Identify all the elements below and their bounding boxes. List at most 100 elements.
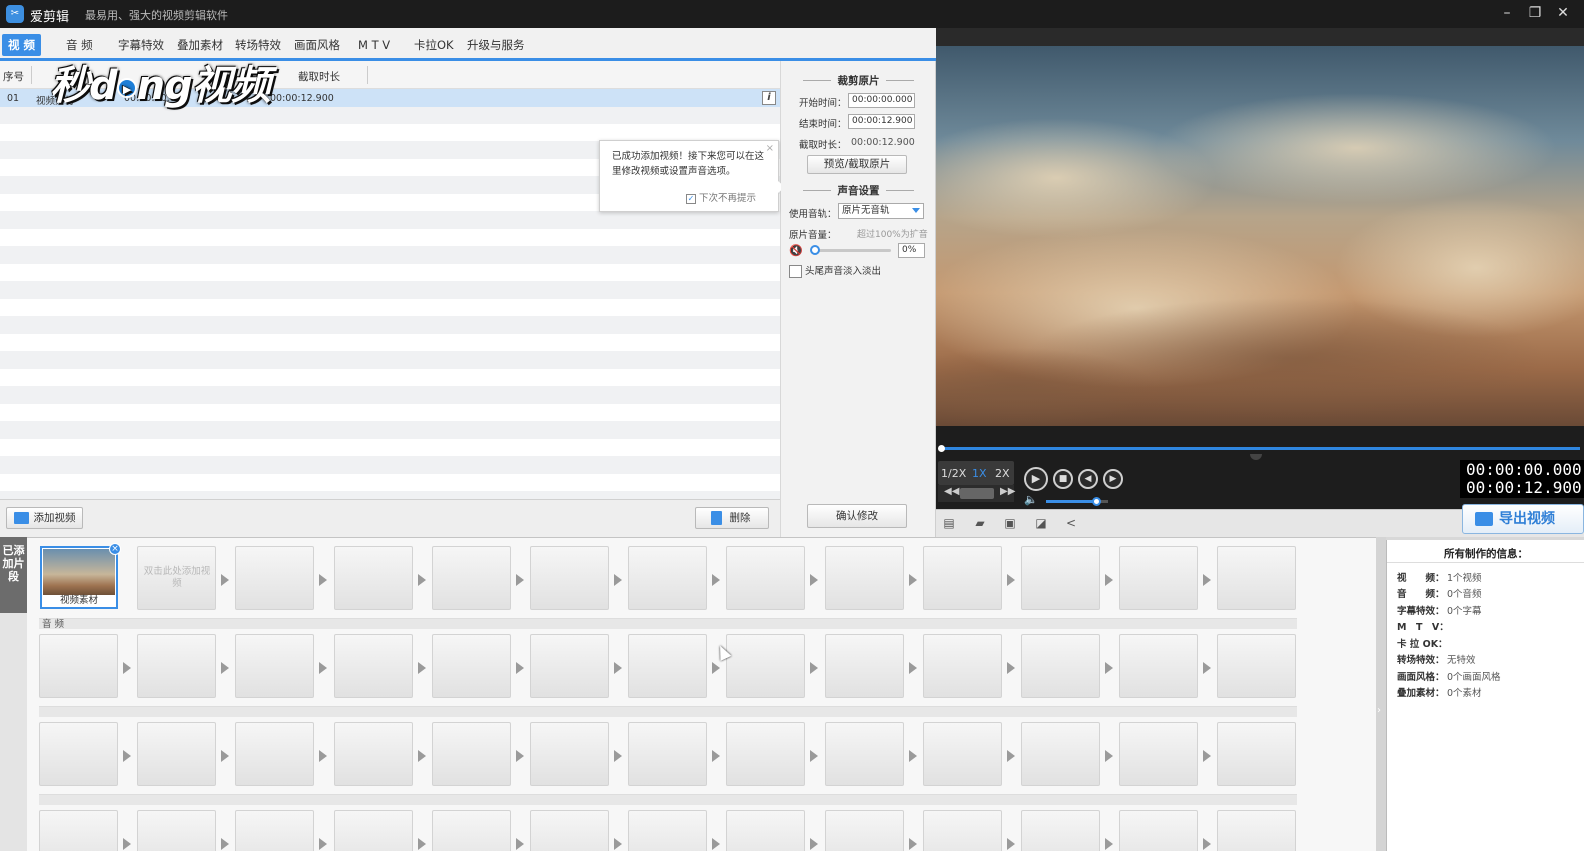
transition-arrow-icon[interactable] bbox=[1006, 662, 1015, 674]
empty-clip-slot[interactable] bbox=[39, 634, 118, 698]
empty-clip-slot[interactable] bbox=[1217, 810, 1297, 851]
empty-clip-slot[interactable] bbox=[333, 546, 413, 610]
end-time-input[interactable]: 00:00:12.900 bbox=[848, 114, 915, 129]
transition-arrow-icon[interactable] bbox=[810, 574, 819, 586]
empty-clip-slot[interactable] bbox=[1021, 546, 1100, 610]
empty-clip-slot[interactable] bbox=[333, 810, 413, 851]
transition-arrow-icon[interactable] bbox=[1006, 750, 1015, 762]
remove-clip-icon[interactable]: × bbox=[109, 543, 121, 555]
empty-clip-slot[interactable] bbox=[39, 810, 118, 851]
transition-arrow-icon[interactable] bbox=[515, 838, 524, 850]
prev-frame-button[interactable]: ◀ bbox=[1078, 469, 1098, 489]
tooltip-close-icon[interactable]: × bbox=[766, 143, 774, 154]
mute-icon[interactable]: 🔇 bbox=[789, 244, 803, 257]
transition-arrow-icon[interactable] bbox=[1203, 662, 1212, 674]
empty-clip-slot[interactable] bbox=[726, 546, 806, 610]
empty-clip-slot[interactable] bbox=[333, 722, 413, 786]
empty-clip-slot[interactable] bbox=[530, 810, 609, 851]
transition-arrow-icon[interactable] bbox=[712, 662, 721, 674]
empty-clip-slot[interactable] bbox=[726, 810, 806, 851]
empty-clip-slot[interactable] bbox=[1217, 722, 1297, 786]
preview-clip-button[interactable]: 预览/截取原片 bbox=[807, 155, 907, 174]
empty-clip-slot[interactable] bbox=[922, 810, 1002, 851]
add-video-button[interactable]: 添加视频 bbox=[6, 507, 83, 529]
empty-clip-slot[interactable] bbox=[235, 634, 315, 698]
transition-arrow-icon[interactable] bbox=[712, 574, 721, 586]
empty-clip-slot[interactable] bbox=[1217, 634, 1297, 698]
collapse-handle[interactable] bbox=[1250, 454, 1262, 460]
share-icon[interactable]: < bbox=[1063, 516, 1079, 531]
transition-arrow-icon[interactable] bbox=[123, 750, 131, 762]
empty-clip-slot[interactable] bbox=[1119, 810, 1199, 851]
fast-forward-icon[interactable]: ▶▶ bbox=[1000, 486, 1015, 497]
seek-handle[interactable] bbox=[938, 445, 945, 452]
next-frame-button[interactable]: ▶ bbox=[1103, 469, 1123, 489]
restore-button[interactable]: ❐ bbox=[1524, 3, 1546, 23]
export-video-button[interactable]: 导出视频 bbox=[1462, 504, 1584, 534]
delete-button[interactable]: 删除 bbox=[695, 507, 769, 529]
transition-arrow-icon[interactable] bbox=[417, 750, 426, 762]
transition-arrow-icon[interactable] bbox=[908, 662, 917, 674]
empty-clip-slot[interactable] bbox=[530, 546, 609, 610]
transition-arrow-icon[interactable] bbox=[417, 838, 426, 850]
info-icon[interactable]: i bbox=[762, 91, 776, 105]
confirm-button[interactable]: 确认修改 bbox=[807, 504, 907, 528]
transition-arrow-icon[interactable] bbox=[319, 838, 328, 850]
add-video-hint[interactable]: 双击此处添加视频 bbox=[141, 566, 213, 590]
transition-arrow-icon[interactable] bbox=[1203, 838, 1212, 850]
empty-clip-slot[interactable] bbox=[235, 722, 315, 786]
added-clips-tab[interactable]: 已添加片段 bbox=[0, 537, 27, 613]
empty-clip-slot[interactable] bbox=[824, 722, 904, 786]
empty-clip-slot[interactable] bbox=[922, 722, 1002, 786]
empty-clip-slot[interactable] bbox=[530, 722, 609, 786]
empty-clip-slot[interactable] bbox=[628, 722, 708, 786]
transition-arrow-icon[interactable] bbox=[1105, 662, 1113, 674]
transition-arrow-icon[interactable] bbox=[908, 750, 917, 762]
transition-arrow-icon[interactable] bbox=[221, 838, 230, 850]
transition-arrow-icon[interactable] bbox=[810, 838, 819, 850]
transition-arrow-icon[interactable] bbox=[1105, 838, 1113, 850]
tab-upgrade-service[interactable]: 升级与服务 bbox=[461, 34, 531, 56]
transition-arrow-icon[interactable] bbox=[908, 574, 917, 586]
seek-bar[interactable] bbox=[940, 447, 1580, 450]
transition-arrow-icon[interactable] bbox=[614, 662, 622, 674]
jog-wheel[interactable] bbox=[960, 488, 994, 499]
video-clip-thumbnail[interactable]: 视频素材 bbox=[40, 546, 118, 609]
transition-arrow-icon[interactable] bbox=[614, 574, 622, 586]
transition-arrow-icon[interactable] bbox=[614, 750, 622, 762]
empty-clip-slot[interactable] bbox=[1021, 722, 1100, 786]
transition-arrow-icon[interactable] bbox=[515, 750, 524, 762]
transition-arrow-icon[interactable] bbox=[810, 750, 819, 762]
transition-arrow-icon[interactable] bbox=[1105, 574, 1113, 586]
empty-clip-slot[interactable] bbox=[726, 634, 806, 698]
transition-arrow-icon[interactable] bbox=[221, 750, 230, 762]
empty-clip-slot[interactable] bbox=[1119, 634, 1199, 698]
transition-arrow-icon[interactable] bbox=[417, 574, 426, 586]
empty-clip-slot[interactable] bbox=[628, 810, 708, 851]
transition-arrow-icon[interactable] bbox=[1203, 574, 1212, 586]
transition-arrow-icon[interactable] bbox=[1006, 838, 1015, 850]
empty-clip-slot[interactable] bbox=[39, 722, 118, 786]
empty-clip-slot[interactable] bbox=[922, 634, 1002, 698]
open-folder-icon[interactable]: ▰ bbox=[972, 516, 988, 531]
transition-arrow-icon[interactable] bbox=[417, 662, 426, 674]
tab-picture-style[interactable]: 画面风格 bbox=[288, 34, 346, 56]
stop-button[interactable]: ■ bbox=[1053, 469, 1073, 489]
transition-arrow-icon[interactable] bbox=[515, 662, 524, 674]
transition-arrow-icon[interactable] bbox=[123, 838, 131, 850]
empty-clip-slot[interactable] bbox=[431, 546, 511, 610]
fade-checkbox[interactable]: 头尾声音淡入淡出 bbox=[789, 263, 881, 278]
empty-clip-slot[interactable] bbox=[431, 722, 511, 786]
dont-show-again-checkbox[interactable]: ✓ 下次不再提示 bbox=[686, 190, 756, 204]
transition-arrow-icon[interactable] bbox=[221, 662, 230, 674]
empty-clip-slot[interactable] bbox=[137, 722, 217, 786]
empty-clip-slot[interactable] bbox=[137, 810, 217, 851]
empty-clip-slot[interactable] bbox=[628, 634, 708, 698]
volume-input[interactable]: 0% bbox=[898, 243, 925, 258]
volume-slider-handle[interactable] bbox=[810, 245, 820, 255]
speed-double[interactable]: 2X bbox=[995, 467, 1010, 480]
minimize-button[interactable]: – bbox=[1496, 3, 1518, 23]
save-as-icon[interactable]: ◪ bbox=[1033, 516, 1049, 531]
empty-clip-slot[interactable] bbox=[1021, 634, 1100, 698]
transition-arrow-icon[interactable] bbox=[712, 838, 721, 850]
